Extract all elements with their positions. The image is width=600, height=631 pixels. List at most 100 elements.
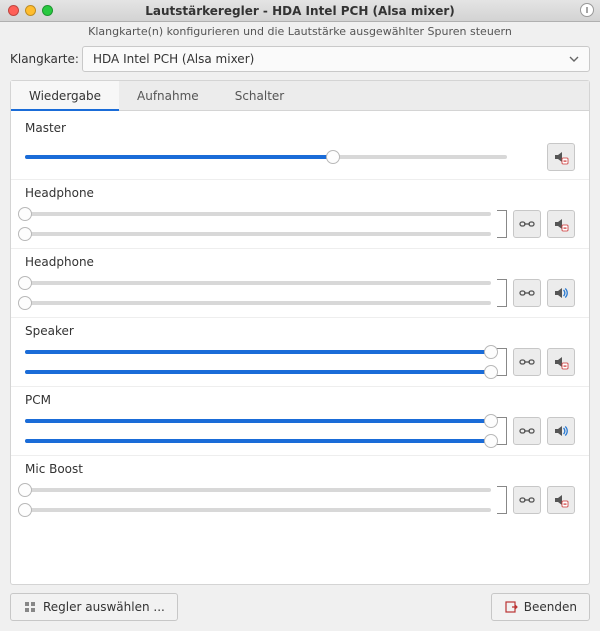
speaker-on-icon bbox=[553, 285, 569, 301]
tabs-bar: Wiedergabe Aufnahme Schalter bbox=[11, 81, 589, 111]
slider-left[interactable] bbox=[25, 488, 491, 492]
link-icon bbox=[519, 495, 535, 505]
close-window-button[interactable] bbox=[8, 5, 19, 16]
channel-buttons bbox=[513, 486, 575, 514]
select-controls-button[interactable]: Regler auswählen ... bbox=[10, 593, 178, 621]
preferences-icon bbox=[23, 600, 37, 614]
mute-button[interactable] bbox=[547, 279, 575, 307]
channels-scroll-area[interactable]: Master Headphone Headphone Speaker PCM Mic Bo… bbox=[11, 111, 589, 584]
speaker-muted-icon bbox=[553, 492, 569, 508]
titlebar: Lautstärkeregler - HDA Intel PCH (Alsa m… bbox=[0, 0, 600, 22]
slider-fill bbox=[25, 350, 491, 354]
stereo-bracket bbox=[497, 417, 507, 445]
channel-0: Master bbox=[11, 115, 589, 180]
channel-1: Headphone bbox=[11, 180, 589, 249]
button-spacer bbox=[513, 143, 541, 171]
slider-right[interactable] bbox=[25, 439, 491, 443]
mute-button[interactable] bbox=[547, 486, 575, 514]
slider-right[interactable] bbox=[25, 232, 491, 236]
slider-group bbox=[25, 346, 491, 378]
window-hint-icon[interactable] bbox=[580, 3, 594, 17]
slider-knob[interactable] bbox=[484, 434, 498, 448]
link-channels-button[interactable] bbox=[513, 417, 541, 445]
tab-capture[interactable]: Aufnahme bbox=[119, 81, 217, 110]
link-icon bbox=[519, 219, 535, 229]
window-controls bbox=[0, 5, 53, 16]
channel-name: Master bbox=[25, 121, 575, 135]
slider-right[interactable] bbox=[25, 370, 491, 374]
channel-name: PCM bbox=[25, 393, 575, 407]
link-channels-button[interactable] bbox=[513, 486, 541, 514]
soundcard-select[interactable]: HDA Intel PCH (Alsa mixer) bbox=[82, 46, 590, 72]
channel-body bbox=[25, 484, 575, 516]
channel-name: Mic Boost bbox=[25, 462, 575, 476]
speaker-muted-icon bbox=[553, 216, 569, 232]
slider-group bbox=[25, 151, 507, 163]
channel-name: Speaker bbox=[25, 324, 575, 338]
slider-right[interactable] bbox=[25, 301, 491, 305]
mute-button[interactable] bbox=[547, 143, 575, 171]
button-label: Regler auswählen ... bbox=[43, 600, 165, 614]
channel-2: Headphone bbox=[11, 249, 589, 318]
slider-knob[interactable] bbox=[18, 483, 32, 497]
channel-body bbox=[25, 208, 575, 240]
slider-left[interactable] bbox=[25, 212, 491, 216]
slider-knob[interactable] bbox=[484, 365, 498, 379]
mute-button[interactable] bbox=[547, 210, 575, 238]
slider-knob[interactable] bbox=[326, 150, 340, 164]
slider[interactable] bbox=[25, 155, 507, 159]
slider-group bbox=[25, 208, 491, 240]
slider-knob[interactable] bbox=[484, 345, 498, 359]
channel-body bbox=[25, 277, 575, 309]
stereo-bracket bbox=[497, 210, 507, 238]
stereo-bracket bbox=[497, 348, 507, 376]
maximize-window-button[interactable] bbox=[42, 5, 53, 16]
quit-button[interactable]: Beenden bbox=[491, 593, 590, 621]
mixer-panel: Wiedergabe Aufnahme Schalter Master Headp… bbox=[10, 80, 590, 585]
link-channels-button[interactable] bbox=[513, 348, 541, 376]
slider-knob[interactable] bbox=[18, 503, 32, 517]
slider-knob[interactable] bbox=[18, 276, 32, 290]
channel-body bbox=[25, 143, 575, 171]
stereo-bracket bbox=[497, 486, 507, 514]
slider-knob[interactable] bbox=[18, 207, 32, 221]
slider-fill bbox=[25, 419, 491, 423]
slider-left[interactable] bbox=[25, 281, 491, 285]
slider-group bbox=[25, 484, 491, 516]
mute-button[interactable] bbox=[547, 348, 575, 376]
speaker-muted-icon bbox=[553, 149, 569, 165]
chevron-down-icon bbox=[569, 56, 579, 62]
slider-knob[interactable] bbox=[18, 296, 32, 310]
slider-left[interactable] bbox=[25, 350, 491, 354]
channel-4: PCM bbox=[11, 387, 589, 456]
channel-buttons bbox=[513, 279, 575, 307]
slider-knob[interactable] bbox=[18, 227, 32, 241]
channel-name: Headphone bbox=[25, 186, 575, 200]
link-channels-button[interactable] bbox=[513, 210, 541, 238]
slider-right[interactable] bbox=[25, 508, 491, 512]
tab-switches[interactable]: Schalter bbox=[217, 81, 303, 110]
channel-buttons bbox=[513, 143, 575, 171]
channel-name: Headphone bbox=[25, 255, 575, 269]
soundcard-label: Klangkarte: bbox=[10, 52, 82, 66]
speaker-muted-icon bbox=[553, 354, 569, 370]
speaker-on-icon bbox=[553, 423, 569, 439]
slider-fill bbox=[25, 155, 333, 159]
channel-buttons bbox=[513, 348, 575, 376]
channel-buttons bbox=[513, 210, 575, 238]
channel-buttons bbox=[513, 417, 575, 445]
slider-left[interactable] bbox=[25, 419, 491, 423]
mute-button[interactable] bbox=[547, 417, 575, 445]
channel-5: Mic Boost bbox=[11, 456, 589, 524]
footer: Regler auswählen ... Beenden bbox=[0, 585, 600, 631]
link-icon bbox=[519, 357, 535, 367]
soundcard-selected-value: HDA Intel PCH (Alsa mixer) bbox=[93, 52, 254, 66]
soundcard-row: Klangkarte: HDA Intel PCH (Alsa mixer) bbox=[0, 44, 600, 80]
tab-playback[interactable]: Wiedergabe bbox=[11, 81, 119, 110]
link-channels-button[interactable] bbox=[513, 279, 541, 307]
minimize-window-button[interactable] bbox=[25, 5, 36, 16]
slider-knob[interactable] bbox=[484, 414, 498, 428]
stereo-bracket bbox=[497, 279, 507, 307]
tab-label: Schalter bbox=[235, 89, 285, 103]
channel-3: Speaker bbox=[11, 318, 589, 387]
